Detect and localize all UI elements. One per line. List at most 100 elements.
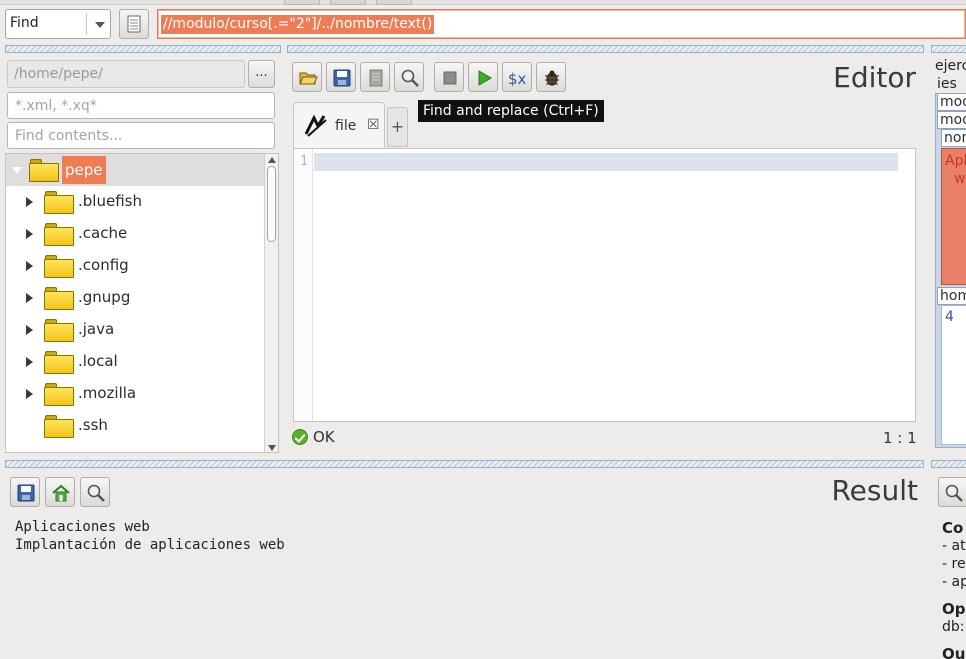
- save-button[interactable]: [326, 62, 356, 92]
- open-file-button[interactable]: [292, 62, 322, 92]
- save-icon: [333, 69, 351, 87]
- query-text: //modulo/curso[.="2"]/../nombre/text(): [161, 15, 435, 34]
- run-button[interactable]: [468, 62, 498, 92]
- mode-dropdown[interactable]: Find: [5, 9, 111, 39]
- tree-item-root[interactable]: pepe: [6, 154, 264, 186]
- find-contents-input[interactable]: Find contents...: [7, 122, 275, 149]
- chevron-down-icon[interactable]: [95, 22, 105, 28]
- add-tab-icon[interactable]: +: [387, 107, 408, 147]
- file-filter-input[interactable]: *.xml, *.xq*: [7, 92, 275, 119]
- folder-open-icon: [299, 72, 318, 85]
- expand-arrow-icon[interactable]: [26, 357, 33, 367]
- home-icon: [52, 484, 70, 502]
- info-heading: Ou: [942, 645, 966, 659]
- file-tree[interactable]: pepe .bluefish .cache .config .gnupg .ja…: [5, 153, 279, 453]
- tree-item-label: .gnupg: [78, 288, 131, 306]
- expand-arrow-icon[interactable]: [26, 197, 33, 207]
- play-icon: [478, 70, 492, 86]
- map-node[interactable]: 4: [941, 305, 966, 445]
- toolbar-fragment[interactable]: [284, 0, 320, 5]
- find-contents-placeholder: Find contents...: [15, 128, 123, 144]
- root-path-field[interactable]: /home/pepe/: [7, 60, 245, 88]
- code-editor[interactable]: 1: [293, 148, 916, 422]
- find-replace-button[interactable]: [394, 62, 424, 92]
- editor-panel: $x Editor file ☒ + Find and replace (Ctr…: [287, 45, 924, 455]
- tree-item[interactable]: .local: [6, 346, 264, 378]
- save-result-button[interactable]: [10, 477, 40, 507]
- scroll-up-arrow-icon[interactable]: [268, 157, 276, 163]
- top-bar: Find //modulo/curso[.="2"]/../nombre/tex…: [0, 0, 966, 44]
- query-input[interactable]: //modulo/curso[.="2"]/../nombre/text(): [157, 9, 966, 39]
- scrollbar-thumb[interactable]: [267, 166, 276, 242]
- tree-item[interactable]: .java: [6, 314, 264, 346]
- root-path-placeholder: /home/pepe/: [14, 66, 103, 82]
- document-list-icon: [127, 15, 141, 33]
- variable-icon: $x: [508, 70, 527, 88]
- toolbar-fragment[interactable]: [330, 0, 366, 5]
- info-line: db:: [942, 619, 965, 635]
- variables-button[interactable]: $x: [502, 62, 532, 92]
- database-panel-header[interactable]: [931, 45, 966, 53]
- map-node[interactable]: modu: [937, 93, 966, 111]
- map-node[interactable]: hom: [937, 287, 966, 305]
- tree-item[interactable]: .cache: [6, 218, 264, 250]
- editor-panel-header[interactable]: [287, 45, 924, 53]
- tree-item[interactable]: .bluefish: [6, 186, 264, 218]
- info-line: - at: [942, 538, 966, 554]
- info-panel: Co - at - re - ap Op db: Ou: [931, 460, 966, 659]
- breadcrumb-item[interactable]: ies: [937, 76, 957, 92]
- collapse-arrow-icon[interactable]: [12, 167, 22, 174]
- expand-arrow-icon[interactable]: [26, 261, 33, 271]
- browse-button[interactable]: ...: [248, 60, 275, 88]
- info-line: - re: [942, 556, 966, 572]
- tree-item-label: .cache: [78, 224, 128, 242]
- expand-arrow-icon[interactable]: [26, 389, 33, 399]
- magnifier-icon: [401, 69, 419, 87]
- expand-arrow-icon[interactable]: [26, 229, 33, 239]
- breadcrumb-item[interactable]: ejerc: [935, 58, 966, 74]
- result-panel-header[interactable]: [5, 460, 924, 468]
- tree-item[interactable]: .mozilla: [6, 378, 264, 410]
- debug-button[interactable]: [536, 62, 566, 92]
- tree-scrollbar[interactable]: [264, 154, 278, 452]
- current-line-highlight: [314, 153, 898, 171]
- tree-item[interactable]: .config: [6, 250, 264, 282]
- result-line: Implantación de aplicaciones web: [15, 537, 285, 553]
- project-panel-header[interactable]: [5, 45, 281, 53]
- scroll-down-arrow-icon[interactable]: [268, 445, 276, 451]
- find-info-button[interactable]: [938, 477, 966, 507]
- folder-icon: [44, 222, 76, 246]
- folder-icon: [44, 190, 76, 214]
- map-node[interactable]: modu: [937, 111, 966, 129]
- info-heading: Co: [942, 519, 964, 537]
- tree-item-label: .java: [78, 320, 115, 338]
- close-tab-icon[interactable]: ☒: [367, 117, 380, 133]
- info-panel-header[interactable]: [931, 460, 966, 468]
- folder-icon: [44, 350, 76, 374]
- cursor-position[interactable]: 1 : 1: [883, 429, 917, 447]
- tab-file[interactable]: file ☒: [293, 102, 385, 149]
- tree-item[interactable]: .gnupg: [6, 282, 264, 314]
- info-line: - ap: [942, 574, 966, 590]
- expand-arrow-icon[interactable]: [26, 325, 33, 335]
- folder-icon: [44, 254, 76, 278]
- top-strip: [0, 0, 966, 5]
- project-panel: /home/pepe/ ... *.xml, *.xq* Find conten…: [5, 45, 281, 455]
- map-node[interactable]: nom: [941, 129, 966, 147]
- bug-icon: [545, 70, 559, 86]
- folder-icon: [44, 318, 76, 342]
- toolbar-fragment[interactable]: [376, 0, 412, 5]
- map-node-selected[interactable]: Apl we: [941, 148, 966, 285]
- tree-item-label: .mozilla: [78, 384, 137, 402]
- stop-button[interactable]: [434, 62, 464, 92]
- format-button[interactable]: [360, 62, 390, 92]
- find-in-result-button[interactable]: [80, 477, 110, 507]
- expand-arrow-icon[interactable]: [26, 293, 33, 303]
- input-history-button[interactable]: [119, 9, 149, 39]
- check-icon: [292, 429, 308, 445]
- tab-label: file: [335, 118, 357, 134]
- home-button[interactable]: [45, 477, 75, 507]
- map-node-value: 4: [945, 309, 954, 325]
- result-line: Aplicaciones web: [15, 519, 150, 535]
- tree-item[interactable]: .ssh: [6, 410, 264, 442]
